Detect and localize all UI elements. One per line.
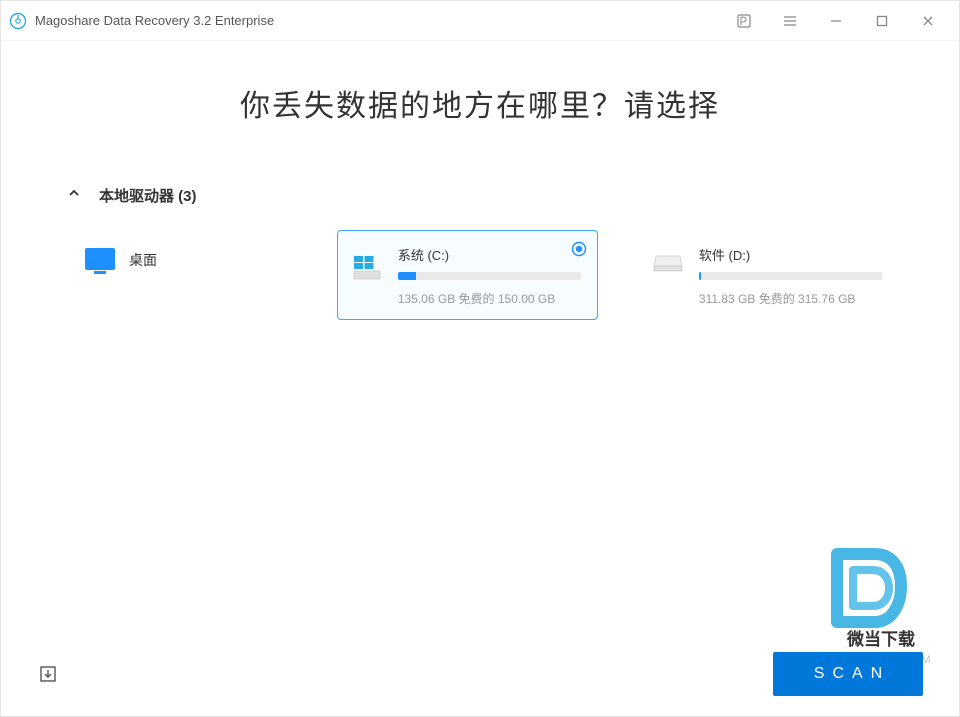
drive-name: 系统 (C:)	[398, 245, 581, 264]
drive-item-desktop[interactable]: 桌面	[85, 248, 297, 320]
drive-usage-bar	[398, 272, 581, 280]
scan-button[interactable]: SCAN	[773, 652, 923, 696]
titlebar-left: Magoshare Data Recovery 3.2 Enterprise	[9, 12, 274, 30]
drive-item-d[interactable]: 软件 (D:) 311.83 GB 免费的 315.76 GB	[638, 230, 899, 320]
language-button[interactable]	[721, 1, 767, 41]
app-logo-icon	[9, 12, 27, 30]
drive-group-header[interactable]: 本地驱动器 (3)	[61, 185, 899, 206]
watermark-logo-icon	[819, 544, 911, 636]
drive-usage-fill	[398, 272, 416, 280]
drive-free-text: 135.06 GB 免费的 150.00 GB	[398, 290, 581, 307]
minimize-button[interactable]	[813, 1, 859, 41]
titlebar-right	[721, 1, 951, 41]
bottom-bar: SCAN	[1, 652, 959, 696]
scan-button-label: SCAN	[814, 665, 890, 683]
desktop-label: 桌面	[129, 250, 157, 270]
app-window: Magoshare Data Recovery 3.2 Enterprise	[0, 0, 960, 717]
selected-radio-icon	[571, 241, 587, 262]
chevron-up-icon	[67, 186, 81, 205]
drive-body: 系统 (C:) 135.06 GB 免费的 150.00 GB	[398, 245, 581, 307]
drives-area: 桌面	[61, 230, 899, 320]
drive-name: 软件 (D:)	[699, 245, 882, 264]
drive-item-c[interactable]: 系统 (C:) 135.06 GB 免费的 150.00 GB	[337, 230, 598, 320]
close-button[interactable]	[905, 1, 951, 41]
drive-group-title: 本地驱动器 (3)	[99, 185, 197, 206]
drive-usage-fill	[699, 272, 701, 280]
titlebar: Magoshare Data Recovery 3.2 Enterprise	[1, 1, 959, 41]
menu-button[interactable]	[767, 1, 813, 41]
drive-usage-bar	[699, 272, 882, 280]
page-headline: 你丢失数据的地方在哪里？请选择	[61, 81, 899, 125]
hdd-drive-icon	[651, 245, 685, 307]
main-content: 你丢失数据的地方在哪里？请选择 本地驱动器 (3) 桌面	[1, 41, 959, 320]
desktop-icon	[85, 248, 115, 270]
drive-body: 软件 (D:) 311.83 GB 免费的 315.76 GB	[699, 245, 882, 307]
windows-drive-icon	[350, 245, 384, 307]
watermark-text: 微当下载	[847, 625, 915, 650]
maximize-button[interactable]	[859, 1, 905, 41]
drive-free-text: 311.83 GB 免费的 315.76 GB	[699, 290, 882, 307]
import-button[interactable]	[37, 663, 59, 685]
app-title: Magoshare Data Recovery 3.2 Enterprise	[35, 13, 274, 28]
